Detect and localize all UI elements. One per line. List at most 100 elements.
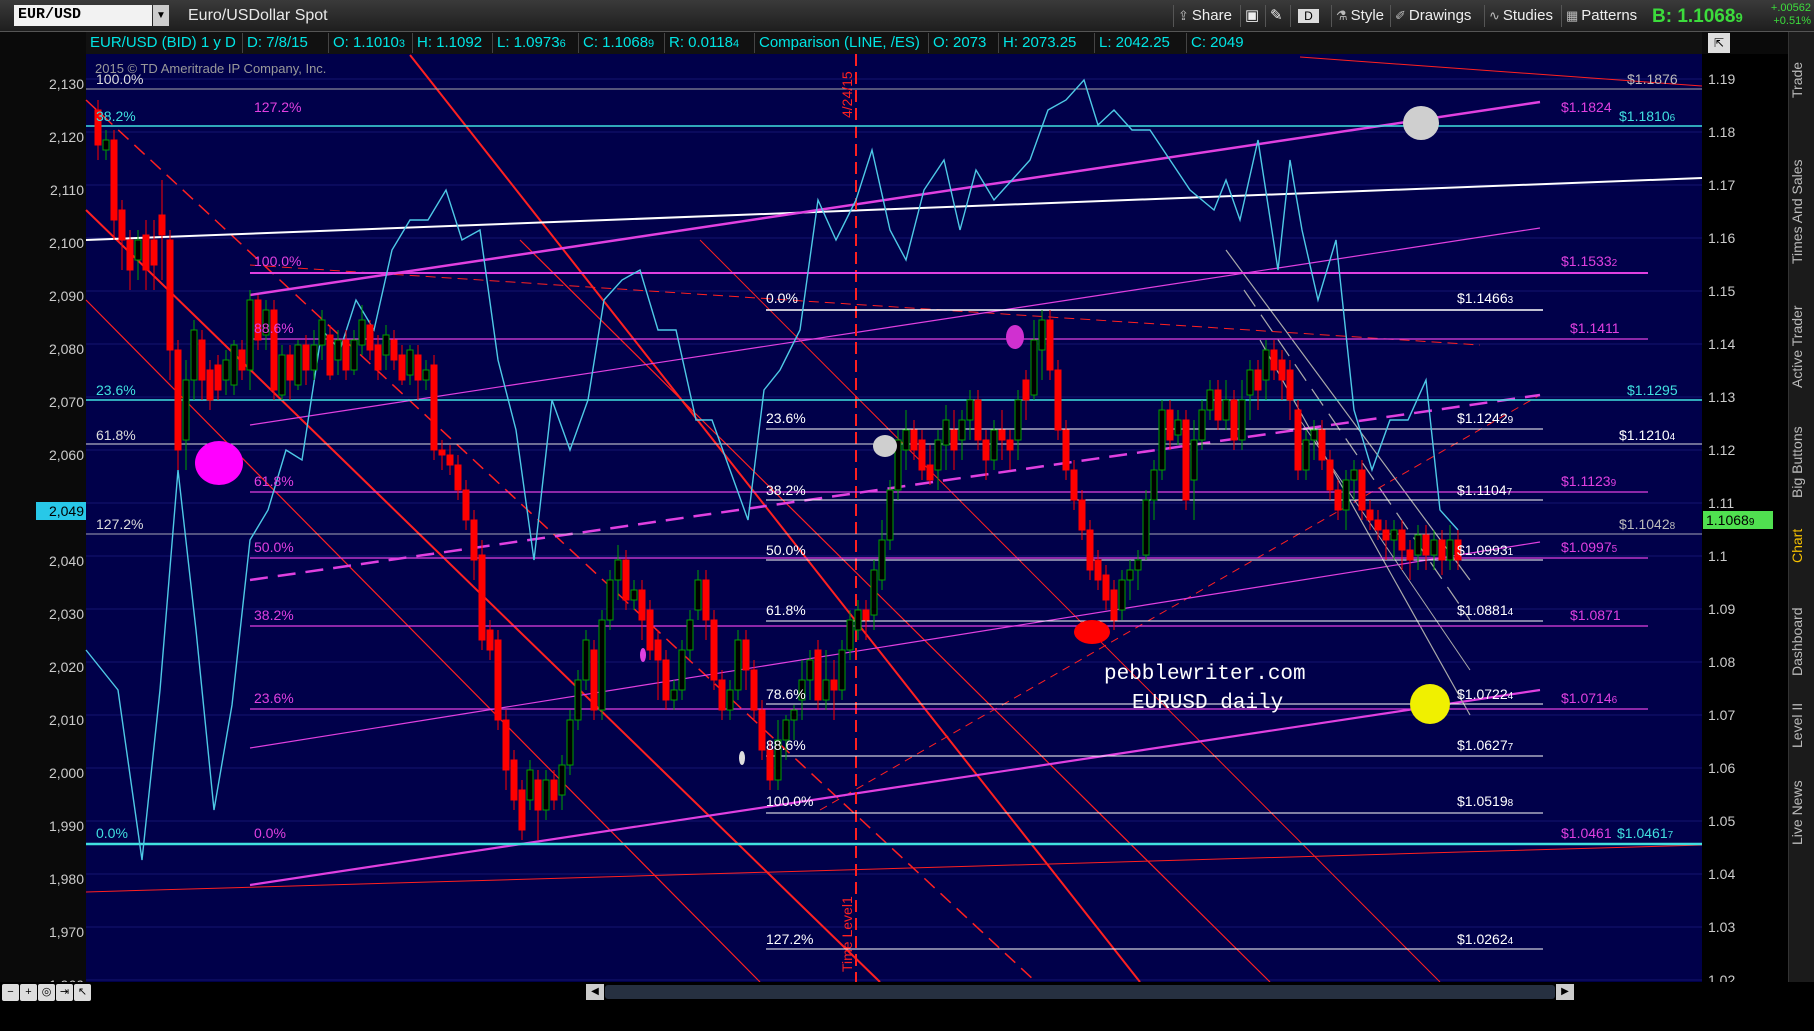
fib-label-magenta: 0.0% (254, 825, 286, 841)
gray-circle-marker (873, 435, 897, 457)
candle-body (118, 209, 126, 241)
candle-body (662, 659, 670, 701)
right-axis-tick: 1.05 (1708, 813, 1735, 829)
fib-label-magenta: 23.6% (254, 690, 294, 706)
candle-body (470, 519, 478, 561)
left-current-value: 2,049 (49, 503, 84, 519)
tab-dashboard[interactable]: Dashboard (1789, 592, 1814, 692)
candle-body (366, 324, 374, 351)
candle-body (518, 789, 526, 831)
candle-body (1406, 549, 1414, 561)
time-label-top: 4/24/15 (839, 71, 855, 118)
price-label-magenta: $1.09975 (1561, 539, 1618, 555)
candle-body (950, 429, 958, 451)
candle-body (1342, 479, 1350, 511)
side-tabs: Trade Times And Sales Active Trader Big … (1788, 32, 1814, 982)
fib-label-cyan: 100.0% (96, 71, 143, 87)
candle-body (686, 619, 694, 651)
candle-body (878, 539, 886, 581)
candle-body (942, 419, 950, 446)
tab-active-trader[interactable]: Active Trader (1789, 288, 1814, 406)
fib-label-magenta: 88.6% (254, 320, 294, 336)
price-label-white-small: 3 (1508, 295, 1514, 306)
price-label-cyan-small: 6 (1670, 113, 1676, 124)
candle-body (958, 419, 966, 441)
candle-body (1046, 319, 1054, 371)
candle-body (974, 399, 982, 441)
zoom-out-icon[interactable]: − (2, 984, 19, 1001)
fib-label-white: 23.6% (766, 410, 806, 426)
candle-body (486, 629, 494, 651)
candle-body (318, 319, 326, 346)
candle-body (166, 239, 174, 351)
fib-label-cyan: 38.2% (96, 108, 136, 124)
candle-body (862, 609, 870, 621)
candle-body (502, 719, 510, 771)
right-axis-tick: 1.07 (1708, 707, 1735, 723)
candle-body (574, 679, 582, 721)
price-label-white: $1.09931 (1457, 542, 1514, 558)
candle-body (550, 779, 558, 801)
tab-level-ii[interactable]: Level II (1789, 694, 1814, 756)
candle-body (174, 349, 182, 451)
candle-body (1382, 529, 1390, 541)
right-axis-tick: 1.03 (1708, 919, 1735, 935)
tab-big-buttons[interactable]: Big Buttons (1789, 412, 1814, 512)
zoom-in-icon[interactable]: + (20, 984, 37, 1001)
tab-chart[interactable]: Chart (1789, 516, 1814, 576)
white-tiny-marker (739, 751, 745, 765)
candle-body (462, 489, 470, 521)
candle-body (1310, 429, 1318, 441)
price-label-white-small: 4 (1508, 691, 1514, 702)
price-label-magenta: $1.07146 (1561, 690, 1618, 706)
price-label-cyan: $1.18106 (1619, 108, 1676, 124)
scroll-left-button[interactable]: ◀ (586, 984, 604, 1000)
tab-trade[interactable]: Trade (1789, 40, 1814, 120)
price-label-white: $1.14663 (1457, 290, 1514, 306)
left-axis-tick: 2,040 (49, 553, 84, 569)
candle-body (454, 464, 462, 491)
candle-body (142, 234, 150, 271)
drawing-cursor-icon[interactable]: ⇥ (56, 984, 73, 1001)
tab-times-and-sales[interactable]: Times And Sales (1789, 144, 1814, 279)
candle-body (1438, 539, 1446, 561)
cursor-icon[interactable]: ↖ (74, 984, 91, 1001)
price-label-magenta-small: 2 (1612, 258, 1618, 269)
price-label-magenta: $1.0461 (1561, 825, 1612, 841)
fib-label-magenta: 127.2% (254, 99, 301, 115)
candle-body (870, 569, 878, 616)
candle-body (1358, 469, 1366, 511)
price-label-white-small: 4 (1508, 936, 1514, 947)
price-chart[interactable]: 2,130 2,120 2,110 2,100 2,090 2,080 2,070 2,060… (0, 0, 1814, 1031)
candle-body (1270, 349, 1278, 371)
price-label-white-small: 8 (1508, 798, 1514, 809)
price-label-white-small: 7 (1507, 487, 1513, 498)
price-label-magenta-small: 6 (1612, 695, 1618, 706)
zoom-reset-icon[interactable]: ◎ (38, 984, 55, 1001)
candle-body (814, 649, 822, 701)
scroll-right-button[interactable]: ▶ (1556, 984, 1574, 1000)
candle-body (542, 779, 550, 811)
right-axis-tick: 1.14 (1708, 336, 1735, 352)
price-label-white: $1.02624 (1457, 931, 1514, 947)
candle-body (1230, 399, 1238, 441)
candle-body (510, 759, 518, 801)
candle-body (398, 354, 406, 381)
candle-body (1238, 399, 1246, 441)
right-axis-tick: 1.06 (1708, 760, 1735, 776)
candle-body (1294, 409, 1302, 471)
candle-body (670, 689, 678, 701)
fib-label-white: 100.0% (766, 793, 813, 809)
price-label-white: $1.06277 (1457, 737, 1514, 753)
candle-body (198, 339, 206, 381)
right-axis-tick: 1.17 (1708, 177, 1735, 193)
candle-body (1158, 409, 1166, 471)
tab-live-news[interactable]: Live News (1789, 768, 1814, 858)
candle-body (678, 649, 686, 691)
candle-body (294, 344, 302, 386)
candle-body (414, 354, 422, 381)
horizontal-scrollbar[interactable] (605, 985, 1555, 999)
candle-body (742, 639, 750, 671)
candle-body (646, 609, 654, 651)
candle-body (110, 139, 118, 221)
